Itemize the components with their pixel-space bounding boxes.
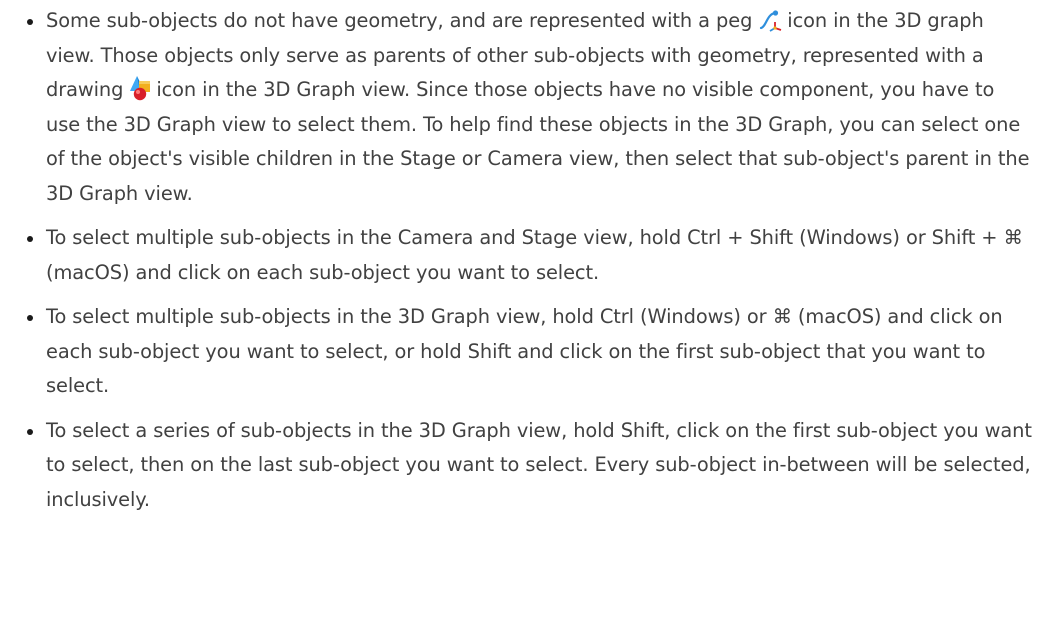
peg-icon — [757, 8, 783, 32]
bullet-1-text-c: icon in the 3D Graph view. Since those o… — [46, 78, 1030, 205]
list-item: Some sub-objects do not have geometry, a… — [27, 4, 1032, 211]
drawing-icon — [128, 75, 152, 101]
bullet-list: Some sub-objects do not have geometry, a… — [27, 4, 1032, 527]
document-page: Some sub-objects do not have geometry, a… — [0, 0, 1037, 627]
list-item: To select multiple sub-objects in the Ca… — [27, 221, 1032, 290]
bullet-1-text-a: Some sub-objects do not have geometry, a… — [46, 9, 753, 32]
list-item: To select multiple sub-objects in the 3D… — [27, 300, 1032, 404]
list-item: To select a series of sub-objects in the… — [27, 414, 1032, 518]
